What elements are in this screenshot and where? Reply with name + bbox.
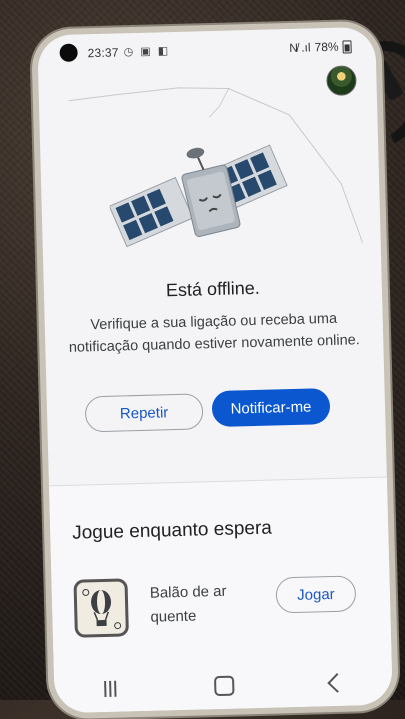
account-avatar[interactable]	[326, 65, 357, 96]
status-bar: 23:37 ◷ ▣ ◧ N̸ .ıl 78%	[37, 39, 375, 66]
notify-me-button[interactable]: Notificar-me	[211, 388, 331, 428]
offline-title: Está offline.	[165, 277, 260, 301]
hot-air-balloon-icon[interactable]	[73, 578, 129, 638]
home-icon[interactable]	[214, 675, 235, 697]
back-icon[interactable]	[327, 673, 348, 693]
battery-icon	[342, 39, 352, 54]
sleeping-satellite-illustration	[108, 144, 288, 248]
notification-icons: ◷ ▣ ◧	[123, 45, 171, 59]
status-time: 23:37	[87, 45, 119, 61]
play-button[interactable]: Jogar	[275, 575, 357, 614]
phone-screen: 23:37 ◷ ▣ ◧ N̸ .ıl 78% Está offline. Ver…	[37, 26, 393, 714]
recents-icon[interactable]	[102, 680, 118, 698]
signal-icon: N̸ .ıl	[289, 40, 311, 55]
front-camera	[59, 43, 78, 62]
phone-device: 23:37 ◷ ▣ ◧ N̸ .ıl 78% Está offline. Ver…	[31, 20, 399, 719]
game-name: Balão de ar quente	[149, 582, 227, 626]
battery-percent: 78%	[314, 39, 339, 55]
status-right-group: N̸ .ıl 78%	[289, 39, 352, 55]
navigation-bar	[54, 658, 393, 713]
offline-description: Verifique a sua ligação ou receba uma no…	[68, 310, 360, 356]
retry-button[interactable]: Repetir	[84, 393, 204, 433]
